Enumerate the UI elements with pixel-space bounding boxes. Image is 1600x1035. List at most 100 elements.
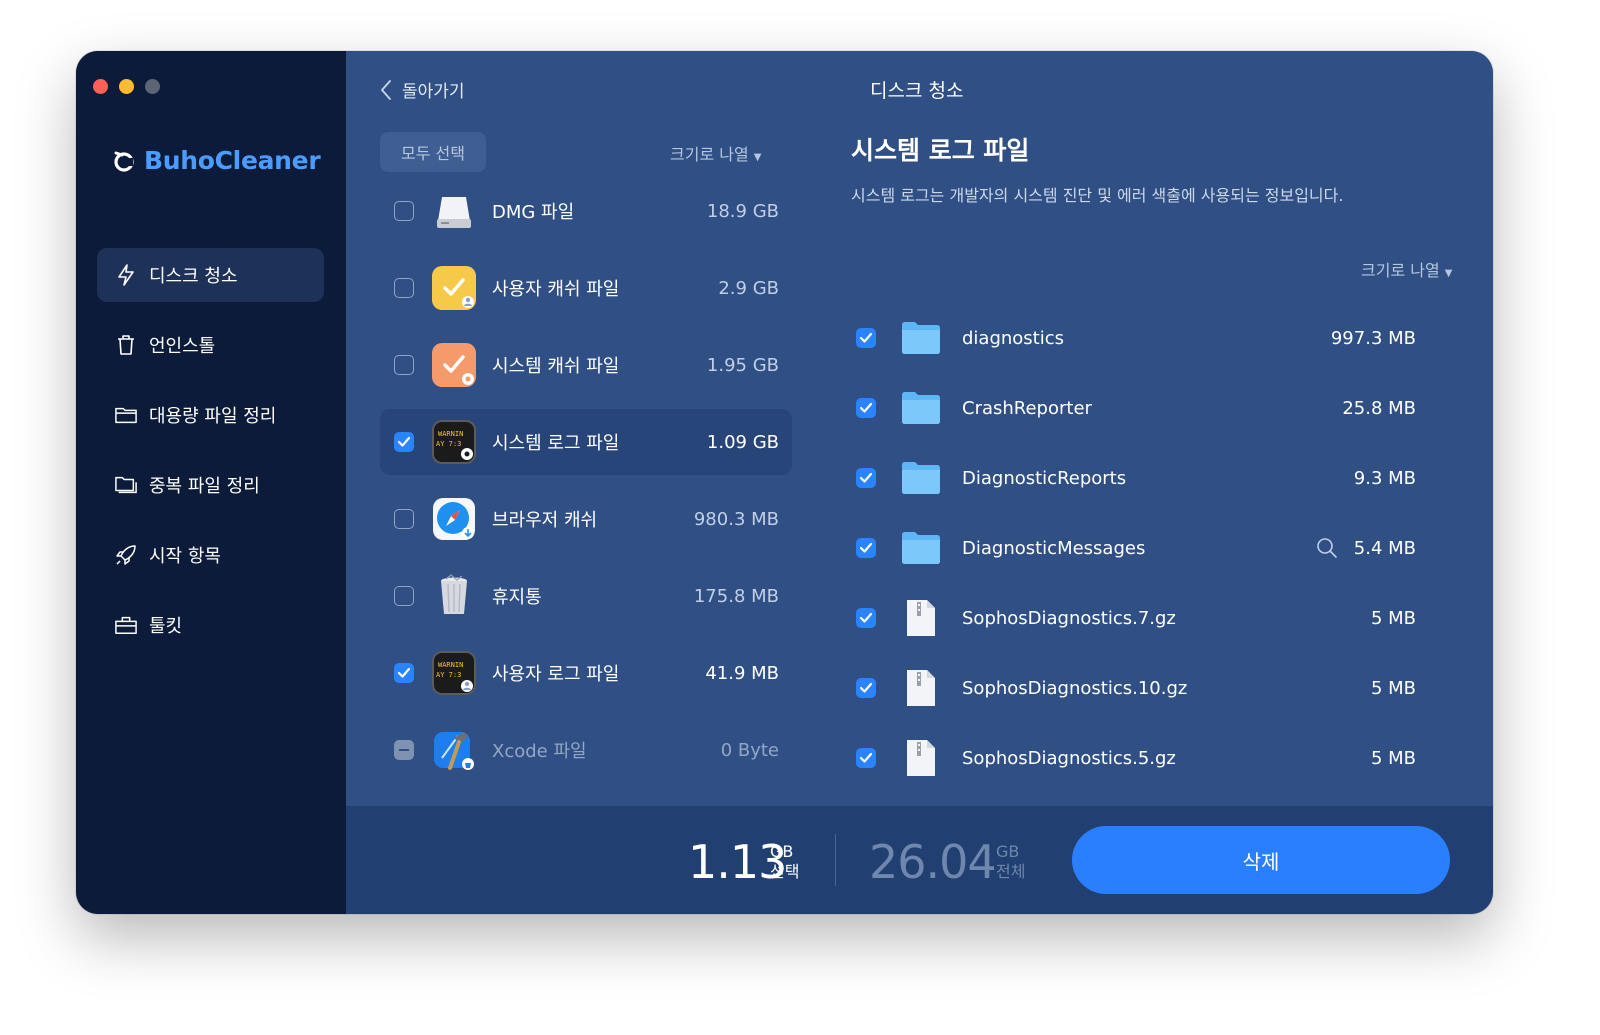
category-size: 175.8 MB [693,585,779,607]
checkmark-icon [397,436,411,447]
checkbox[interactable] [856,678,876,698]
checkbox[interactable] [856,608,876,628]
sidebar-item-toolkit[interactable]: 툴킷 [97,598,324,652]
file-row[interactable]: CrashReporter 25.8 MB [856,373,1416,443]
system-log-icon: WARNIN AY 7:3 [432,420,476,464]
total-size-value: 26.04 [869,835,997,889]
category-row-user-log[interactable]: WARNIN AY 7:3 사용자 로그 파일 41.9 MB [380,640,792,706]
category-name: 사용자 로그 파일 [492,664,620,685]
checkbox[interactable] [394,201,414,221]
category-name: DMG 파일 [492,202,575,223]
checkbox[interactable] [856,748,876,768]
category-name: 시스템 캐쉬 파일 [492,356,620,377]
checkbox[interactable] [856,328,876,348]
lightning-icon [115,264,137,286]
category-row-system-log[interactable]: WARNIN AY 7:3 시스템 로그 파일 1.09 GB [380,409,792,475]
checkbox[interactable] [394,509,414,529]
file-name: DiagnosticReports [962,467,1127,489]
sidebar-item-startup[interactable]: 시작 항목 [97,528,324,582]
total-caption: 전체 [996,862,1026,881]
file-size: 25.8 MB [1342,397,1416,419]
sidebar-item-large-files[interactable]: 대용량 파일 정리 [97,388,324,442]
sidebar-item-duplicates[interactable]: 중복 파일 정리 [97,458,324,512]
file-name: DiagnosticMessages [962,537,1146,559]
category-size: 980.3 MB [693,508,779,530]
search-icon[interactable] [1316,537,1338,559]
checkmark-icon [859,402,873,413]
duplicate-folder-icon [115,474,137,496]
svg-text:WARNIN: WARNIN [438,430,463,438]
back-button[interactable]: 돌아가기 [380,77,465,102]
file-size: 997.3 MB [1330,327,1416,349]
checkbox[interactable] [394,740,414,760]
category-size: 2.9 GB [718,277,779,299]
category-sort-dropdown[interactable]: 크기로 나열 ▼ [670,141,761,165]
delete-button[interactable]: 삭제 [1072,826,1450,894]
category-row-xcode[interactable]: Xcode 파일 0 Byte [380,717,792,783]
category-name: 휴지통 [492,587,542,608]
file-size: 5.4 MB [1353,537,1416,559]
category-row-user-cache[interactable]: 사용자 캐쉬 파일 2.9 GB [380,255,792,321]
checkbox[interactable] [394,663,414,683]
file-row[interactable]: DiagnosticMessages 5.4 MB [856,513,1416,583]
category-row-browser-cache[interactable]: 브라우저 캐쉬 980.3 MB [380,486,792,552]
buhocleaner-logo-icon [114,151,134,172]
category-row-trash[interactable]: 휴지통 175.8 MB [380,563,792,629]
checkbox[interactable] [856,538,876,558]
checkbox[interactable] [394,432,414,452]
category-row-dmg[interactable]: DMG 파일 18.9 GB [380,178,792,244]
folder-icon [115,404,137,426]
sidebar: BuhoCleaner 디스크 청소 언인스톨 대용량 파일 정리 중복 파일 … [76,51,346,914]
checkmark-icon [859,682,873,693]
system-cache-icon [432,343,476,387]
checkmark-icon [859,542,873,553]
archive-file-icon [900,597,942,639]
file-size: 5 MB [1370,607,1416,629]
file-name: CrashReporter [962,397,1092,419]
footer-divider [835,834,836,886]
file-row[interactable]: SophosDiagnostics.5.gz 5 MB [856,723,1416,793]
window-controls [93,79,160,94]
selected-caption: 선택 [770,862,800,881]
folder-icon [900,527,942,569]
checkbox[interactable] [394,586,414,606]
sidebar-item-label: 툴킷 [149,616,183,637]
selected-size-unit: GB 선택 [770,842,799,882]
file-row[interactable]: SophosDiagnostics.10.gz 5 MB [856,653,1416,723]
rocket-icon [115,544,137,566]
category-row-system-cache[interactable]: 시스템 캐쉬 파일 1.95 GB [380,332,792,398]
minimize-window-button[interactable] [119,79,134,94]
sidebar-item-label: 언인스톨 [149,336,216,357]
checkbox[interactable] [394,278,414,298]
zoom-window-button[interactable] [145,79,160,94]
page-title: 디스크 청소 [870,80,964,102]
app-window: BuhoCleaner 디스크 청소 언인스톨 대용량 파일 정리 중복 파일 … [76,51,1493,914]
file-name: SophosDiagnostics.5.gz [962,747,1176,769]
user-log-icon: WARNIN AY 7:3 [432,651,476,695]
category-name: 사용자 캐쉬 파일 [492,279,620,300]
app-name: BuhoCleaner [144,146,321,175]
close-window-button[interactable] [93,79,108,94]
checkbox[interactable] [856,398,876,418]
main-panel: 돌아가기 디스크 청소 모두 선택 크기로 나열 ▼ DMG 파일 18.9 GB [346,51,1493,806]
category-size: 41.9 MB [705,662,779,684]
file-row[interactable]: SophosDiagnostics.7.gz 5 MB [856,583,1416,653]
file-row[interactable]: diagnostics 997.3 MB [856,303,1416,373]
file-sort-dropdown[interactable]: 크기로 나열 ▼ [1361,257,1452,281]
sidebar-item-uninstaller[interactable]: 언인스톨 [97,318,324,372]
checkbox[interactable] [394,355,414,375]
sidebar-item-label: 시작 항목 [149,546,221,567]
sidebar-item-disk-clean[interactable]: 디스크 청소 [97,248,324,302]
total-size-unit: GB 전체 [996,842,1025,882]
category-name: Xcode 파일 [492,741,587,762]
checkmark-icon [859,472,873,483]
select-all-button[interactable]: 모두 선택 [380,132,486,172]
category-name: 브라우저 캐쉬 [492,510,598,531]
safari-icon [432,497,476,541]
category-size: 18.9 GB [706,200,779,222]
checkmark-icon [859,332,873,343]
checkbox[interactable] [856,468,876,488]
file-row[interactable]: DiagnosticReports 9.3 MB [856,443,1416,513]
sidebar-item-label: 대용량 파일 정리 [149,406,277,427]
folder-icon [900,387,942,429]
